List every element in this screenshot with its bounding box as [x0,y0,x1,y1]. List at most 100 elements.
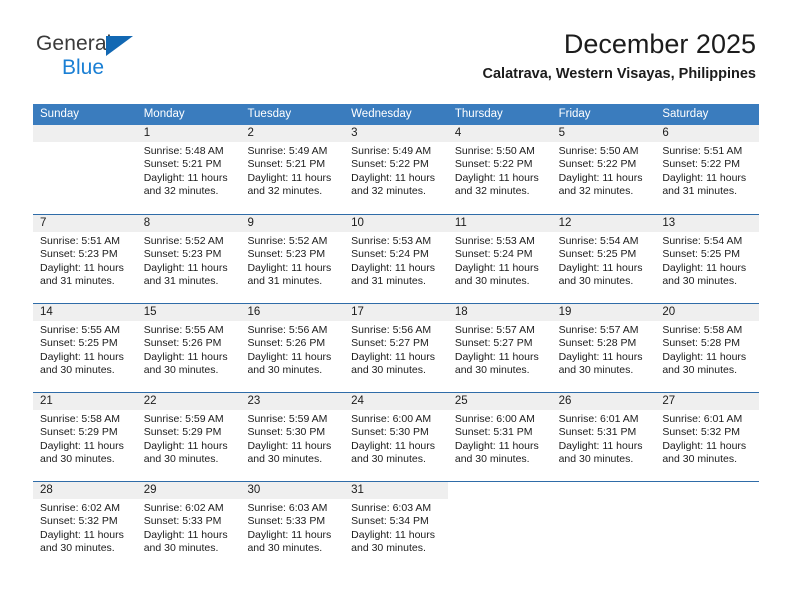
day-sun-info: Sunrise: 5:52 AM Sunset: 5:23 PM Daylight:… [240,232,344,289]
logo-triangle-icon [106,36,133,56]
day-cell[interactable]: 16 Sunrise: 5:56 AM Sunset: 5:26 PM Dayligh… [240,304,345,392]
day-sun-info: Sunrise: 5:57 AM Sunset: 5:28 PM Daylight:… [552,321,656,378]
day-cell[interactable]: 29 Sunrise: 6:02 AM Sunset: 5:33 PM Dayligh… [136,482,241,570]
day-sun-info: Sunrise: 6:03 AM Sunset: 5:33 PM Daylight:… [240,499,344,556]
day-cell[interactable]: 28 Sunrise: 6:02 AM Sunset: 5:32 PM Dayligh… [33,482,137,570]
sunrise-time: Sunrise: 5:58 AM [662,324,743,336]
day-cell[interactable]: 26 Sunrise: 6:01 AM Sunset: 5:31 PM Dayligh… [551,393,656,481]
daylight-duration-line2: and 30 minutes. [247,364,323,377]
weekday-header-thursday: Thursday [454,108,503,120]
week-row: 1 Sunrise: 5:48 AM Sunset: 5:21 PM Daylight… [33,125,760,214]
sunrise-time: Sunrise: 5:56 AM [351,324,432,336]
day-number-band: 7 [33,215,137,232]
daylight-duration-line1: Daylight: 11 hours [143,171,228,184]
day-cell-empty [447,482,552,570]
day-number: 5 [558,127,565,139]
day-cell[interactable]: 12 Sunrise: 5:54 AM Sunset: 5:25 PM Dayligh… [551,215,656,303]
weekday-header-sunday: Sunday [40,108,80,120]
sunrise-time: Sunrise: 6:01 AM [662,413,743,425]
location-subtitle: Calatrava, Western Visayas, Philippines [482,66,756,82]
day-cell[interactable]: 3 Sunrise: 5:49 AM Sunset: 5:22 PM Daylight… [344,125,448,214]
daylight-duration-line2: and 30 minutes. [662,453,738,466]
day-cell[interactable]: 11 Sunrise: 5:53 AM Sunset: 5:24 PM Dayligh… [447,215,552,303]
title-block: December 2025 Calatrava, Western Visayas… [483,28,756,83]
day-number: 17 [351,306,364,318]
sunset-time: Sunset: 5:26 PM [247,337,326,350]
day-cell[interactable]: 14 Sunrise: 5:55 AM Sunset: 5:25 PM Dayligh… [33,304,137,392]
sunset-time: Sunset: 5:30 PM [247,426,326,439]
day-sun-info: Sunrise: 5:48 AM Sunset: 5:21 PM Daylight:… [137,142,241,199]
day-sun-info: Sunrise: 5:56 AM Sunset: 5:26 PM Daylight:… [240,321,344,378]
daylight-duration-line1: Daylight: 11 hours [662,439,747,452]
day-cell[interactable]: 9 Sunrise: 5:52 AM Sunset: 5:23 PM Daylight… [240,215,345,303]
day-cell[interactable]: 20 Sunrise: 5:58 AM Sunset: 5:28 PM Dayligh… [655,304,760,392]
daylight-duration-line1: Daylight: 11 hours [454,439,539,452]
day-cell[interactable]: 31 Sunrise: 6:03 AM Sunset: 5:34 PM Dayligh… [344,482,448,570]
sunset-time: Sunset: 5:32 PM [662,426,740,439]
day-number: 24 [351,395,364,407]
daylight-duration-line2: and 32 minutes. [558,185,634,198]
day-cell[interactable]: 10 Sunrise: 5:53 AM Sunset: 5:24 PM Dayligh… [344,215,448,303]
day-sun-info: Sunrise: 6:01 AM Sunset: 5:31 PM Daylight:… [552,410,656,467]
daylight-duration-line2: and 32 minutes. [351,185,426,198]
day-cell[interactable]: 25 Sunrise: 6:00 AM Sunset: 5:31 PM Dayligh… [447,393,552,481]
sunrise-time: Sunrise: 5:59 AM [247,413,328,425]
day-cell[interactable]: 13 Sunrise: 5:54 AM Sunset: 5:25 PM Dayligh… [655,215,760,303]
daylight-duration-line1: Daylight: 11 hours [558,439,643,452]
weekday-header-wednesday: Wednesday [351,108,412,120]
daylight-duration-line2: and 30 minutes. [247,542,323,555]
day-cell[interactable]: 18 Sunrise: 5:57 AM Sunset: 5:27 PM Dayligh… [447,304,552,392]
day-cell[interactable]: 22 Sunrise: 5:59 AM Sunset: 5:29 PM Dayligh… [136,393,241,481]
day-cell[interactable]: 1 Sunrise: 5:48 AM Sunset: 5:21 PM Daylight… [136,125,241,214]
sunrise-time: Sunrise: 5:50 AM [454,145,535,157]
sunset-time: Sunset: 5:29 PM [143,426,222,439]
sunrise-time: Sunrise: 6:03 AM [247,502,328,514]
daylight-duration-line1: Daylight: 11 hours [143,261,228,274]
day-cell[interactable]: 5 Sunrise: 5:50 AM Sunset: 5:22 PM Daylight… [551,125,656,214]
day-cell[interactable]: 7 Sunrise: 5:51 AM Sunset: 5:23 PM Daylight… [33,215,137,303]
day-number-band: 29 [136,482,241,499]
day-cell[interactable]: 8 Sunrise: 5:52 AM Sunset: 5:23 PM Daylight… [136,215,241,303]
day-cell[interactable]: 24 Sunrise: 6:00 AM Sunset: 5:30 PM Dayligh… [344,393,448,481]
day-cell[interactable]: 17 Sunrise: 5:56 AM Sunset: 5:27 PM Dayligh… [344,304,448,392]
day-cell[interactable]: 23 Sunrise: 5:59 AM Sunset: 5:30 PM Dayligh… [240,393,345,481]
general-blue-logo[interactable]: General Blue [36,32,236,84]
sunrise-time: Sunrise: 6:01 AM [558,413,639,425]
day-number-band: 30 [240,482,345,499]
day-cell[interactable]: 4 Sunrise: 5:50 AM Sunset: 5:22 PM Daylight… [447,125,552,214]
daylight-duration-line1: Daylight: 11 hours [247,350,332,363]
day-cell[interactable]: 15 Sunrise: 5:55 AM Sunset: 5:26 PM Dayligh… [136,304,241,392]
day-sun-info: Sunrise: 5:53 AM Sunset: 5:24 PM Daylight:… [344,232,448,289]
day-number-band: 15 [136,304,241,321]
day-number: 3 [351,127,358,139]
day-cell[interactable]: 30 Sunrise: 6:03 AM Sunset: 5:33 PM Dayligh… [240,482,345,570]
day-cell[interactable]: 2 Sunrise: 5:49 AM Sunset: 5:21 PM Daylight… [240,125,345,214]
day-number-band: 8 [136,215,241,232]
sunset-time: Sunset: 5:31 PM [558,426,637,439]
day-cell[interactable]: 27 Sunrise: 6:01 AM Sunset: 5:32 PM Dayligh… [655,393,760,481]
day-number-band: 24 [344,393,448,410]
sunset-time: Sunset: 5:21 PM [143,158,222,171]
day-cell[interactable]: 6 Sunrise: 5:51 AM Sunset: 5:22 PM Daylight… [655,125,760,214]
day-sun-info: Sunrise: 5:52 AM Sunset: 5:23 PM Daylight:… [137,232,241,289]
day-number: 6 [662,127,669,139]
daylight-duration-line2: and 30 minutes. [662,364,738,377]
sunset-time: Sunset: 5:23 PM [143,248,222,261]
day-sun-info: Sunrise: 6:00 AM Sunset: 5:31 PM Daylight:… [448,410,552,467]
daylight-duration-line2: and 30 minutes. [454,364,530,377]
day-number-band: 4 [447,125,552,142]
sunset-time: Sunset: 5:25 PM [40,337,118,350]
day-sun-info: Sunrise: 5:49 AM Sunset: 5:22 PM Daylight:… [344,142,448,199]
daylight-duration-line1: Daylight: 11 hours [662,261,747,274]
daylight-duration-line1: Daylight: 11 hours [40,439,124,452]
day-cell[interactable]: 19 Sunrise: 5:57 AM Sunset: 5:28 PM Dayligh… [551,304,656,392]
sunrise-time: Sunrise: 5:50 AM [558,145,639,157]
day-number-band: 31 [344,482,448,499]
day-number-band: 12 [551,215,656,232]
daylight-duration-line2: and 30 minutes. [351,364,426,377]
day-sun-info: Sunrise: 5:53 AM Sunset: 5:24 PM Daylight:… [448,232,552,289]
weekday-header-monday: Monday [143,108,185,120]
day-cell[interactable]: 21 Sunrise: 5:58 AM Sunset: 5:29 PM Dayligh… [33,393,137,481]
day-number-band: 27 [655,393,760,410]
daylight-duration-line1: Daylight: 11 hours [662,350,747,363]
